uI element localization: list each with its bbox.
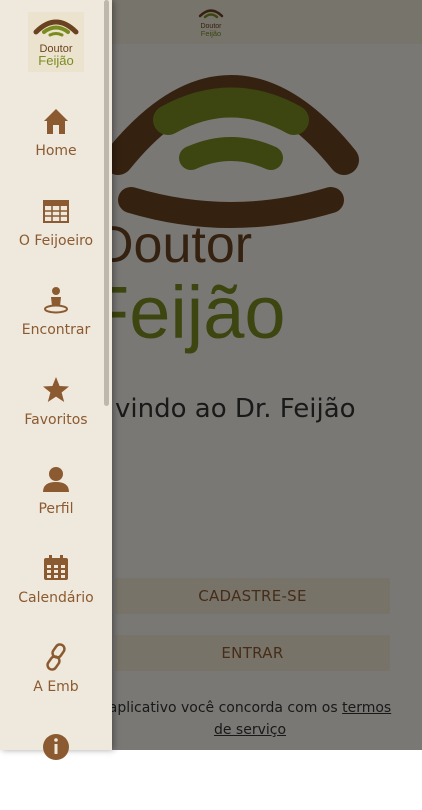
- drawer-item-label: Home: [35, 143, 77, 159]
- drawer-item-label: A Emb: [33, 679, 79, 695]
- drawer-item-calendario[interactable]: Calendário: [0, 551, 112, 631]
- drawer-item-label: Calendário: [18, 590, 94, 606]
- user-icon: [43, 467, 69, 492]
- calendar-icon: [44, 555, 68, 580]
- info-icon: [43, 734, 69, 760]
- drawer-logo-image: Doutor Feijão: [33, 19, 79, 68]
- drawer-item-encontrar[interactable]: Encontrar: [0, 283, 112, 363]
- drawer-logo: Doutor Feijão: [28, 12, 84, 72]
- drawer-item-home[interactable]: Home: [0, 104, 112, 184]
- link-icon: [46, 643, 66, 671]
- drawer-item-info[interactable]: [0, 730, 112, 810]
- person-pin-icon: [44, 287, 68, 314]
- drawer-item-favoritos[interactable]: Favoritos: [0, 373, 112, 453]
- drawer-item-a-emb[interactable]: A Emb: [0, 640, 112, 720]
- drawer-item-label: Encontrar: [21, 322, 91, 338]
- drawer-scrollbar[interactable]: [104, 0, 109, 406]
- drawer-item-label: Perfil: [38, 501, 74, 517]
- drawer-item-perfil[interactable]: Perfil: [0, 462, 112, 542]
- drawer-item-feijoeiro[interactable]: O Feijoeiro: [0, 194, 112, 274]
- svg-text:Feijão: Feijão: [38, 53, 73, 68]
- drawer-item-label: Favoritos: [24, 412, 88, 428]
- home-icon: [44, 109, 68, 134]
- navigation-drawer: Doutor Feijão Home O Feijoeiro Encontrar: [0, 0, 112, 760]
- star-icon: [43, 377, 69, 402]
- table-icon: [43, 200, 69, 223]
- drawer-item-label: O Feijoeiro: [18, 233, 94, 249]
